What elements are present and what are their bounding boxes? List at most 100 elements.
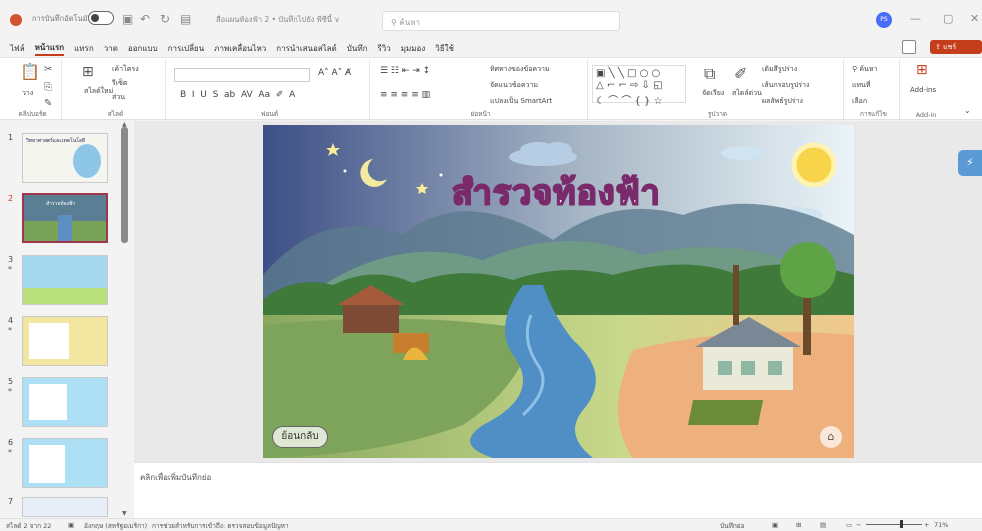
slide-thumbnail-6[interactable] (22, 438, 108, 488)
cut-icon[interactable]: ✂ (44, 64, 52, 75)
slide-sorter-icon[interactable]: ⊞ (796, 521, 801, 529)
slide-thumbnail-3[interactable] (22, 255, 108, 305)
paste-icon[interactable]: 📋 (20, 62, 40, 81)
normal-view-icon[interactable]: ▣ (772, 521, 778, 529)
notes-toggle[interactable]: บันทึกย่อ (720, 521, 745, 531)
tree-trunk (733, 265, 739, 325)
autosave-toggle[interactable] (88, 11, 114, 25)
addins-icon[interactable]: ⊞ (916, 62, 928, 78)
animation-star-icon: * (8, 387, 12, 396)
slide-title[interactable]: สำรวจท้องฟ้า (451, 165, 661, 219)
tab-animations[interactable]: ภาพเคลื่อนไหว (214, 42, 266, 55)
find-button[interactable]: ⚲ ค้นหา (852, 64, 877, 75)
slideshow-icon[interactable]: ▭ (846, 521, 852, 529)
redo-icon[interactable]: ↻ (160, 12, 170, 26)
slide-thumbnail-1[interactable]: วิทยาศาสตร์และเทคโนโลยี (22, 133, 108, 183)
copy-icon[interactable]: ⎘ (44, 82, 52, 93)
editing-label: การแก้ไข (860, 110, 887, 118)
font-name-select[interactable] (174, 68, 310, 82)
home-icon[interactable]: ⌂ (820, 426, 842, 448)
grow-font-icon[interactable]: A˄ A˅ A̸ (318, 68, 351, 78)
status-bar: สไลด์ 2 จาก 22 ▣ อังกฤษ (สหรัฐอเมริกา) ก… (0, 518, 982, 531)
tab-review[interactable]: รีวิว (377, 42, 390, 55)
tab-file[interactable]: ไฟล์ (10, 42, 25, 55)
powerpoint-logo-icon (10, 14, 22, 26)
reading-view-icon[interactable]: ▤ (820, 521, 826, 529)
tab-transitions[interactable]: การเปลี่ยน (168, 42, 205, 55)
share-button[interactable]: ⇪ แชร์ (930, 40, 982, 54)
quick-styles-icon[interactable]: ✐ (734, 64, 747, 83)
accessibility-status[interactable]: การช่วยสำหรับการเข้าถึง: ตรวจสอบข้อมูลปั… (152, 521, 289, 531)
shape-outline-button[interactable]: เส้นกรอบรูปร่าง (762, 80, 809, 91)
tab-view[interactable]: มุมมอง (401, 42, 426, 55)
comments-icon[interactable] (902, 40, 916, 54)
replace-button[interactable]: แทนที่ (852, 80, 871, 91)
collapse-ribbon-icon[interactable]: ⌄ (964, 106, 971, 115)
select-button[interactable]: เลือก (852, 96, 867, 107)
paste-button[interactable]: วาง (22, 88, 33, 99)
minimize-icon[interactable]: — (910, 12, 921, 25)
zoom-in-icon[interactable]: + (924, 521, 929, 529)
tab-design[interactable]: ออกแบบ (128, 42, 158, 55)
tab-record[interactable]: บันทึก (347, 42, 368, 55)
zoom-level[interactable]: 71% (934, 521, 948, 529)
new-slide-icon[interactable]: ⊞ (82, 64, 94, 80)
section-button[interactable]: ส่วน (112, 92, 125, 103)
scroll-down-icon[interactable]: ▼ (122, 510, 127, 517)
font-format-buttons[interactable]: B I U S ab AV Aa ✐ A (180, 90, 295, 100)
tree-top (780, 242, 836, 298)
text-direction-button[interactable]: ทิศทางของข้อความ (490, 64, 550, 75)
tab-slideshow[interactable]: การนำเสนอสไลด์ (276, 42, 337, 55)
quick-styles-button[interactable]: สไตล์ด่วน (732, 88, 762, 99)
align-buttons[interactable]: ≡ ≡ ≡ ≡ ▥ (380, 90, 430, 100)
cloud (544, 142, 572, 158)
hut-wall (343, 303, 399, 333)
zoom-out-icon[interactable]: − (856, 521, 861, 529)
close-icon[interactable]: ✕ (970, 12, 979, 25)
thumbnail-scrollbar[interactable] (121, 127, 128, 243)
format-painter-icon[interactable]: ✎ (44, 98, 52, 109)
slide-thumbnail-4[interactable] (22, 316, 108, 366)
addins-group: ⊞ Add-ins Add-in (904, 60, 948, 119)
slide-thumbnail-5[interactable] (22, 377, 108, 427)
tab-home[interactable]: หน้าแรก (34, 41, 65, 56)
ribbon: 📋 วาง ✂ ⎘ ✎ คลิปบอร์ด ⊞ สไลด์ใหม่ เค้าโค… (0, 57, 982, 120)
back-button[interactable]: ย้อนกลับ (272, 426, 328, 448)
align-text-button[interactable]: จัดแนวข้อความ (490, 80, 538, 91)
slides-group: ⊞ สไลด์ใหม่ เค้าโครง รีเซ็ต ส่วน สไลด์ (66, 60, 166, 119)
new-slide-button[interactable]: สไลด์ใหม่ (84, 86, 113, 97)
copilot-icon[interactable]: ⚡ (958, 150, 982, 176)
zoom-slider-knob[interactable] (900, 520, 903, 528)
slide-counter: สไลด์ 2 จาก 22 (6, 522, 52, 530)
reset-button[interactable]: รีเซ็ต (112, 78, 127, 89)
save-icon[interactable]: ▣ (122, 12, 133, 26)
slide-thumbnail-7[interactable] (22, 497, 108, 517)
addins-label: Add-in (915, 111, 937, 119)
tab-draw[interactable]: วาด (104, 42, 118, 55)
addins-button[interactable]: Add-ins (910, 86, 936, 94)
arrange-icon[interactable]: ⧉ (704, 64, 715, 84)
maximize-icon[interactable]: ▢ (943, 12, 953, 25)
font-label: ฟอนต์ (260, 110, 279, 118)
notes-pane[interactable]: คลิกเพื่อเพิ่มบันทึกย่อ (134, 462, 982, 518)
language-status[interactable]: อังกฤษ (สหรัฐอเมริกา) (84, 521, 147, 531)
zoom-slider[interactable] (866, 524, 922, 525)
clipboard-group: 📋 วาง ✂ ⎘ ✎ คลิปบอร์ด (4, 60, 62, 119)
arrange-button[interactable]: จัดเรียง (702, 88, 724, 99)
shapes-gallery[interactable]: ▣ ╲ ╲ □ ○ ○ △ ⌐ ⌐ ⇨ ⇩ ◱ ☾ ⌒ ⌒ { } ☆ (592, 65, 686, 107)
search-input[interactable]: ⚲ ค้นหา (382, 11, 620, 31)
undo-icon[interactable]: ↶ (140, 12, 150, 26)
list-buttons[interactable]: ☰ ☷ ⇤ ⇥ ↕ (380, 66, 430, 76)
slide-thumbnail-2[interactable]: สำรวจท้องฟ้า (22, 193, 108, 243)
layout-button[interactable]: เค้าโครง (112, 64, 139, 75)
shape-effects-button[interactable]: ผลลัพธ์รูปร่าง (762, 96, 803, 107)
avatar[interactable]: PS (876, 12, 892, 28)
shape-fill-button[interactable]: เติมสีรูปร่าง (762, 64, 797, 75)
spellcheck-icon[interactable]: ▣ (68, 521, 74, 529)
smartart-button[interactable]: แปลงเป็น SmartArt (490, 96, 552, 107)
tab-help[interactable]: วิธีใช้ (435, 42, 454, 55)
present-icon[interactable]: ▤ (180, 12, 191, 26)
font-group: A˄ A˅ A̸ B I U S ab AV Aa ✐ A ฟอนต์ (170, 60, 370, 119)
tab-insert[interactable]: แทรก (74, 42, 94, 55)
document-title[interactable]: สื่อแผนท้องฟ้า 2 • บันทึกไปยัง พีซีนี้ ∨ (216, 14, 340, 26)
